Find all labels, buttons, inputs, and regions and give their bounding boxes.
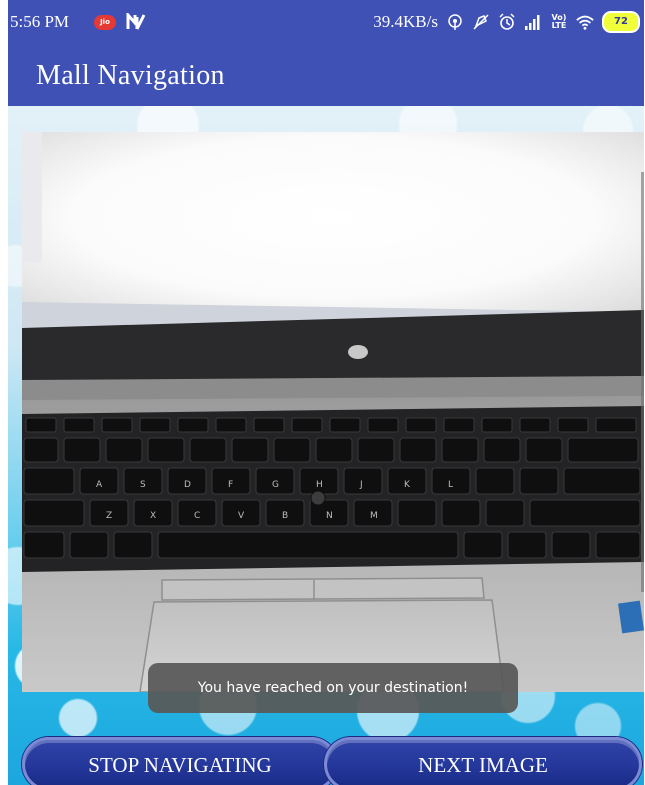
content-area: ASD FGH JKL ZXC VBN M You have reached o… (8, 106, 644, 785)
status-bar: 5:56 PM Jio 39.4KB/s Vo) LTE 72 (8, 0, 644, 46)
status-icons: 39.4KB/s Vo) LTE 72 (373, 9, 644, 35)
next-image-button[interactable]: NEXT IMAGE (324, 737, 642, 785)
toast-message: You have reached on your destination! (148, 663, 518, 713)
jio-notification-icon: Jio (94, 15, 116, 30)
app-bar: Mall Navigation (8, 46, 644, 106)
svg-text:A: A (96, 480, 103, 490)
network-speed: 39.4KB/s (373, 12, 438, 31)
svg-text:X: X (150, 511, 156, 521)
lte-label: LTE (551, 21, 567, 30)
svg-text:J: J (359, 480, 363, 490)
n-notification-icon (126, 13, 146, 30)
scroll-indicator (641, 172, 644, 592)
svg-text:V: V (238, 511, 245, 521)
battery-level: 72 (614, 16, 628, 27)
phone-screen: 5:56 PM Jio 39.4KB/s Vo) LTE 72 Mall Nav… (8, 0, 644, 785)
svg-text:N: N (326, 511, 333, 521)
status-time: 5:56 PM (10, 12, 70, 31)
svg-text:F: F (228, 480, 233, 490)
svg-text:C: C (194, 511, 200, 521)
svg-text:G: G (272, 480, 279, 490)
app-title: Mall Navigation (36, 60, 225, 91)
svg-text:H: H (316, 480, 323, 490)
laptop-photo: ASD FGH JKL ZXC VBN M (22, 132, 644, 692)
stop-navigating-button[interactable]: STOP NAVIGATING (22, 737, 338, 785)
svg-text:D: D (184, 480, 191, 490)
volte-icon: Vo) LTE (550, 14, 568, 30)
hotspot-icon (448, 14, 462, 30)
signal-icon (525, 15, 540, 30)
battery-icon: 72 (602, 11, 640, 33)
svg-text:Z: Z (106, 511, 112, 521)
svg-text:B: B (282, 511, 288, 521)
svg-text:L: L (448, 480, 453, 490)
camera-preview-image: ASD FGH JKL ZXC VBN M (22, 132, 644, 692)
wifi-icon (576, 15, 594, 30)
svg-text:M: M (370, 511, 378, 521)
svg-text:S: S (140, 480, 146, 490)
alarm-icon (499, 13, 515, 30)
mute-icon (473, 14, 489, 30)
